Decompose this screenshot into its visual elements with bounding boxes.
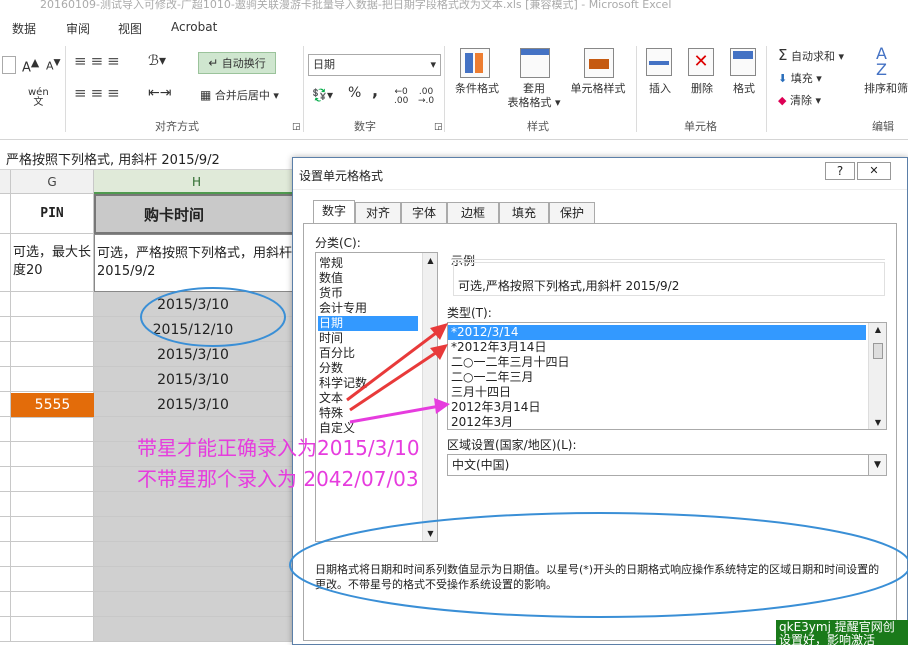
category-percentage[interactable]: 百分比 — [319, 346, 355, 361]
format-description: 日期格式将日期和时间系列数值显示为日期值。以星号(*)开头的日期格式响应操作系统… — [315, 563, 880, 591]
annotation-line-1: 带星才能正确录入为2015/3/10 — [137, 436, 420, 460]
category-time[interactable]: 时间 — [319, 331, 343, 346]
scroll-down-icon: ▼ — [874, 418, 882, 427]
tab-alignment[interactable]: 对齐 — [355, 202, 401, 224]
type-label: 类型(T): — [447, 306, 492, 320]
category-general[interactable]: 常规 — [319, 256, 343, 271]
category-label: 分类(C): — [315, 236, 361, 250]
dialog-title: 设置单元格格式 — [299, 169, 384, 183]
tab-protection[interactable]: 保护 — [549, 202, 595, 224]
annotation-line-2: 不带星那个录入为 2042/07/03 — [137, 467, 419, 491]
tab-font[interactable]: 字体 — [401, 202, 447, 224]
sample-value: 可选,严格按照下列格式,用斜杆 2015/9/2 — [453, 262, 885, 296]
category-fraction[interactable]: 分数 — [319, 361, 343, 376]
chevron-down-icon: ▼ — [868, 455, 886, 475]
category-currency[interactable]: 货币 — [319, 286, 343, 301]
type-item[interactable]: 二○一二年三月 — [451, 370, 533, 385]
category-date[interactable]: 日期 — [318, 316, 418, 331]
tab-number[interactable]: 数字 — [313, 200, 355, 224]
dialog-titlebar: 设置单元格格式 ? ✕ — [293, 158, 907, 190]
scroll-up-icon: ▲ — [874, 325, 882, 334]
type-item[interactable]: 2012年3月14日 — [451, 400, 540, 415]
scroll-thumb — [873, 343, 883, 359]
type-scrollbar[interactable]: ▲ ▼ — [868, 323, 886, 429]
category-text[interactable]: 文本 — [319, 391, 343, 406]
type-item[interactable]: 三月十四日 — [451, 385, 511, 400]
dates-highlight-ellipse — [140, 287, 286, 347]
tab-fill[interactable]: 填充 — [499, 202, 549, 224]
category-number[interactable]: 数值 — [319, 271, 343, 286]
locale-label: 区域设置(国家/地区)(L): — [447, 438, 577, 452]
category-scientific[interactable]: 科学记数 — [319, 376, 367, 391]
type-item[interactable]: *2012/3/14 — [448, 325, 866, 340]
help-button[interactable]: ? — [825, 162, 855, 180]
type-item[interactable]: 二○一二年三月十四日 — [451, 355, 569, 370]
category-accounting[interactable]: 会计专用 — [319, 301, 367, 316]
type-item[interactable]: *2012年3月14日 — [451, 340, 546, 355]
close-button[interactable]: ✕ — [857, 162, 891, 180]
watermark-badge: qkE3ymj 提醒官网创 设置好，影响激活 — [776, 620, 908, 645]
type-item[interactable]: 2012年3月 — [451, 415, 513, 429]
type-list[interactable]: *2012/3/14 *2012年3月14日 二○一二年三月十四日 二○一二年三… — [447, 322, 887, 430]
category-scrollbar[interactable]: ▲ ▼ — [422, 253, 437, 541]
category-special[interactable]: 特殊 — [319, 406, 343, 421]
locale-dropdown[interactable]: 中文(中国) ▼ — [447, 454, 887, 476]
tab-border[interactable]: 边框 — [447, 202, 499, 224]
category-list[interactable]: 常规 数值 货币 会计专用 日期 时间 百分比 分数 科学记数 文本 特殊 自定… — [315, 252, 438, 542]
format-cells-dialog: 设置单元格格式 ? ✕ 数字 对齐 字体 边框 填充 保护 分类(C): 常规 … — [292, 157, 908, 645]
